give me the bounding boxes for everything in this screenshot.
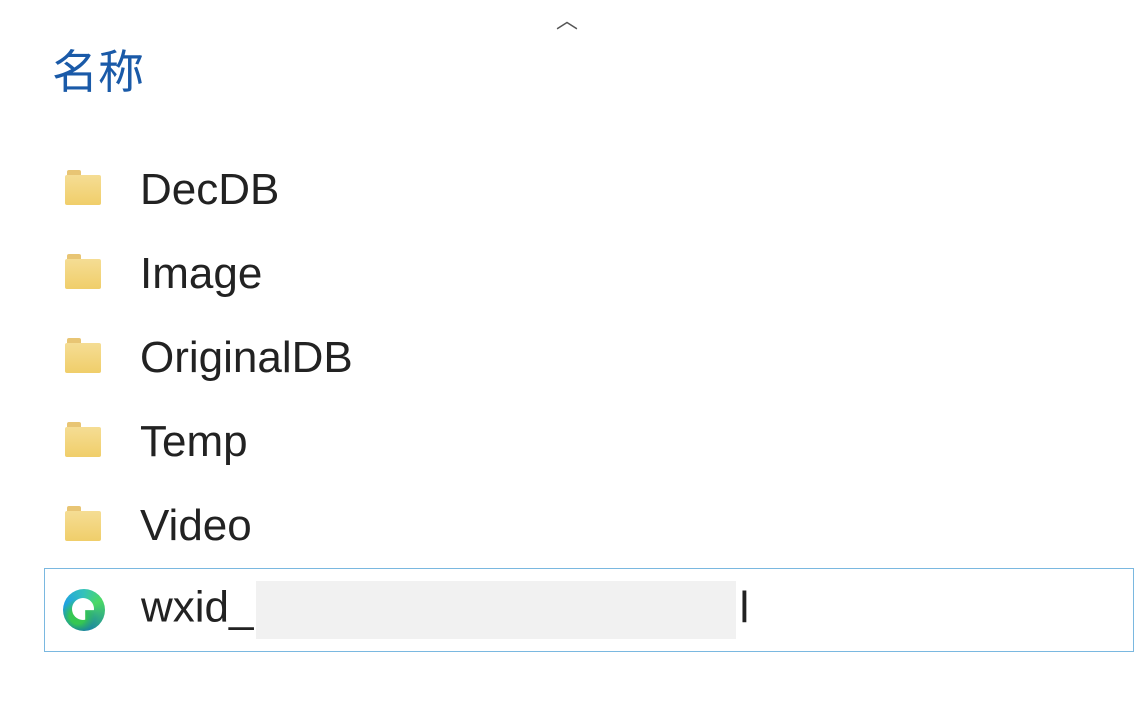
list-item[interactable]: Temp [44, 400, 1134, 484]
item-name: Video [140, 501, 252, 551]
list-item[interactable]: Video [44, 484, 1134, 568]
item-name-suffix: l [740, 583, 750, 632]
list-item[interactable]: DecDB [44, 148, 1134, 232]
list-item-selected[interactable]: wxid_ l [44, 568, 1134, 652]
redacted-text [256, 581, 736, 639]
list-item[interactable]: Image [44, 232, 1134, 316]
item-name: OriginalDB [140, 333, 353, 383]
folder-icon [56, 343, 110, 373]
folder-icon [56, 175, 110, 205]
folder-icon [56, 259, 110, 289]
item-name-prefix: wxid_ [141, 583, 254, 632]
item-name: Image [140, 249, 262, 299]
column-header-name[interactable]: 名称 [52, 36, 144, 102]
item-name: Temp [140, 417, 248, 467]
item-name: DecDB [140, 165, 279, 215]
edge-icon [57, 589, 111, 631]
item-name: wxid_ l [141, 581, 749, 639]
folder-icon [56, 427, 110, 457]
folder-icon [56, 511, 110, 541]
list-item[interactable]: OriginalDB [44, 316, 1134, 400]
file-list: DecDB Image OriginalDB Temp Video wxid_ l [44, 148, 1134, 652]
chevron-up-icon[interactable]: ︿ [556, 10, 578, 32]
